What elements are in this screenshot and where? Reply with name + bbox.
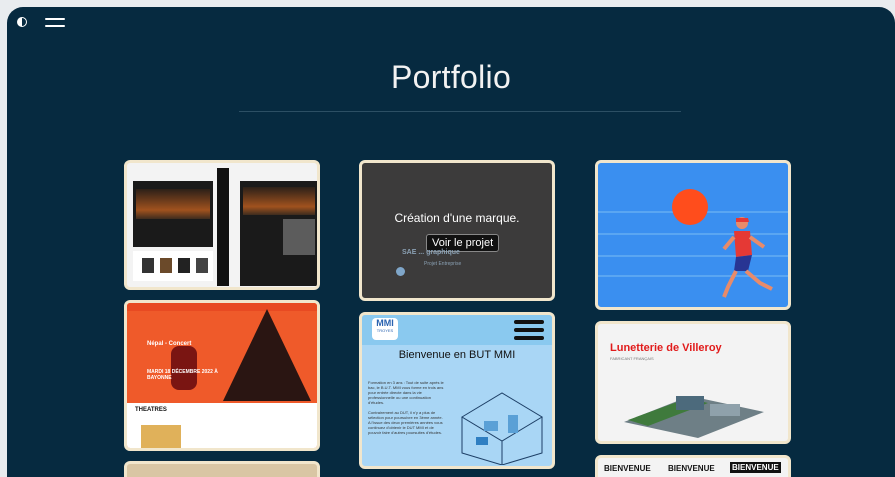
mmi-logo: MMI TROYES [372, 318, 398, 340]
mmi-paragraph-2: Contrairement au DUT, il n'y a plus de s… [368, 410, 443, 435]
project-card-runner[interactable] [595, 160, 791, 310]
menu-icon[interactable] [514, 320, 544, 340]
project-card-mmi[interactable]: MMI TROYES Bienvenue en BUT MMI Formatio… [359, 312, 555, 469]
dot-indicator [396, 267, 405, 276]
project-bg-sub: Projet Entreprise [424, 261, 462, 267]
lunetterie-title: Lunetterie de Villeroy [610, 342, 722, 354]
concert-date: MARDI 18 DÉCEMBRE 2022 À BAYONNE [147, 369, 218, 381]
project-card-concert[interactable]: Népal - Concert MARDI 18 DÉCEMBRE 2022 À… [124, 300, 320, 451]
mmi-headline: Bienvenue en BUT MMI [398, 349, 516, 361]
isometric-illustration [454, 377, 550, 466]
project-card-partial[interactable] [124, 461, 320, 477]
project-caption: Création d'une marque. [394, 211, 520, 225]
title-divider [239, 111, 681, 112]
factory-illustration [624, 396, 764, 438]
bienvenue-word-3: BIENVENUE [730, 462, 781, 473]
project-card-lunetterie[interactable]: Lunetterie de Villeroy FABRICANT FRANÇAI… [595, 321, 791, 444]
lunetterie-subtitle: FABRICANT FRANÇAIS [610, 356, 654, 361]
runner-figure [722, 217, 773, 298]
contrast-icon[interactable] [17, 17, 27, 27]
portfolio-page: Portfolio Népal - Concert MARDI 18 DÉCEM… [7, 7, 895, 477]
hamburger-menu-icon[interactable] [45, 17, 65, 27]
project-bg-text: SAE ... graphique [402, 249, 460, 256]
top-toolbar [17, 17, 65, 27]
page-title: Portfolio [390, 59, 512, 95]
sun-circle [672, 189, 708, 225]
project-card-bienvenue[interactable]: BIENVENUE BIENVENUE BIENVENUE [595, 455, 791, 477]
concert-section: THEATRES [135, 407, 167, 413]
project-card-website-mockup[interactable] [124, 160, 320, 290]
concert-title: Népal - Concert [147, 341, 192, 347]
mmi-paragraph-1: Formation en 3 ans : Tout de suite après… [368, 380, 444, 405]
project-card-brand[interactable]: Création d'une marque. Voir le projet SA… [359, 160, 555, 301]
